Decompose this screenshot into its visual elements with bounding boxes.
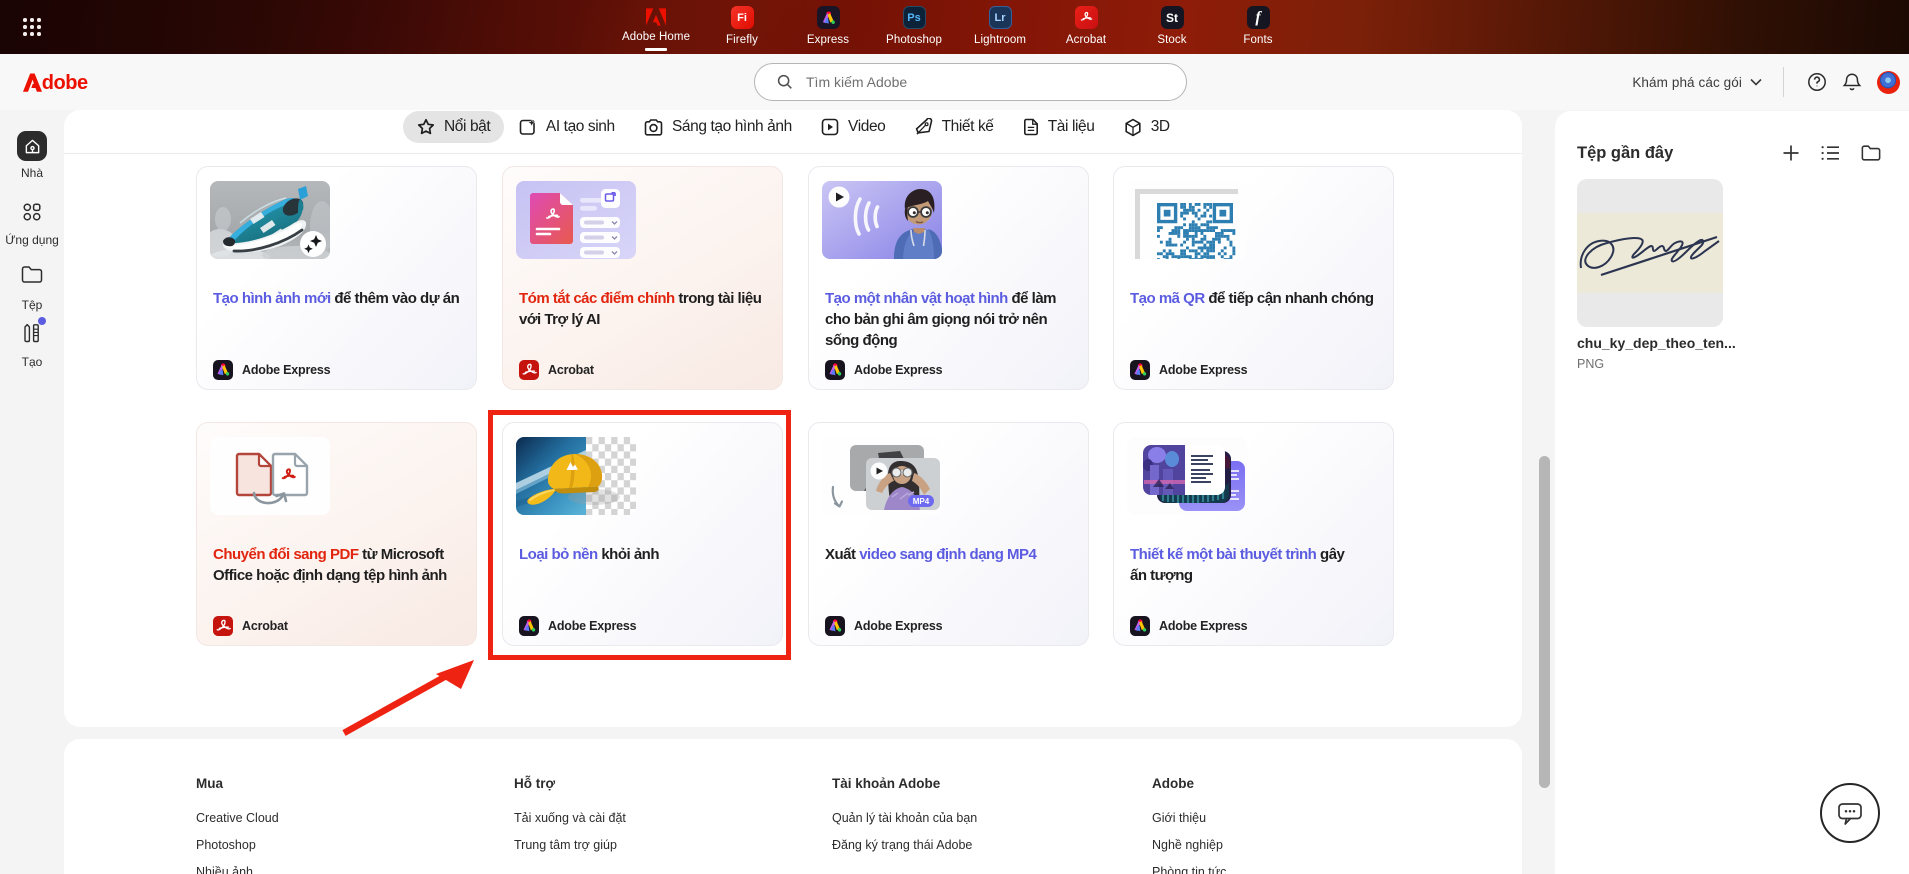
svg-text:dobe: dobe bbox=[42, 73, 88, 92]
svg-text:MP4: MP4 bbox=[913, 497, 930, 506]
